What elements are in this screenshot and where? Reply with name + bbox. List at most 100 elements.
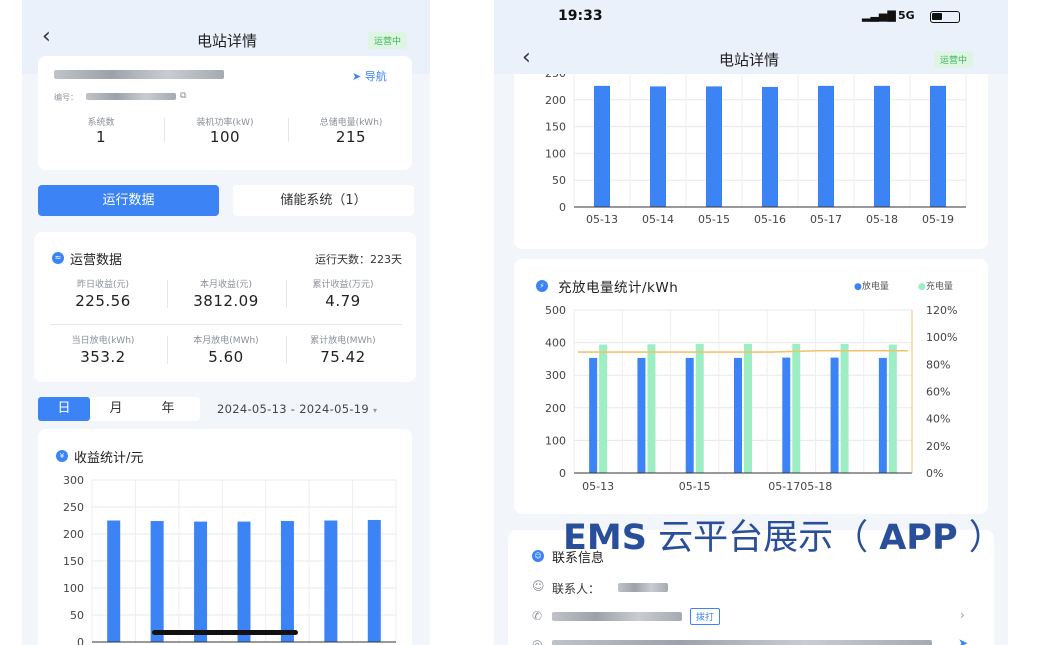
tab-storage-system[interactable]: 储能系统（1） [233, 185, 414, 216]
bar [762, 86, 778, 207]
page-title: 电站详情 [196, 32, 257, 50]
total-discharge-value: 75.42 [320, 348, 366, 366]
call-button[interactable]: 拨打 [690, 608, 721, 625]
navigate-icon: ➤ [352, 70, 362, 83]
bar-charge [792, 343, 801, 473]
y2-tick-label: 40% [926, 413, 950, 426]
y-tick-label: 100 [63, 582, 84, 595]
bar-discharge [589, 357, 598, 473]
bar-discharge [830, 357, 839, 473]
y-tick-label: 250 [545, 74, 566, 80]
x-tick-label: 05-18 [866, 213, 898, 226]
y2-tick-label: 80% [926, 358, 950, 371]
location-icon: ◎ [532, 637, 543, 645]
revenue-chart-title: 收益统计/元 [74, 451, 144, 466]
bar-charge [695, 343, 704, 473]
bar-charge [599, 344, 608, 473]
period-month-button[interactable]: 月 [90, 397, 142, 421]
operations-title: 运营数据 [70, 253, 123, 268]
running-days: 运行天数：223天 [315, 253, 402, 266]
y-tick-label: 300 [545, 369, 566, 382]
station-code-redacted [86, 93, 176, 100]
bar [930, 85, 946, 207]
x-tick-label: 05-14 [642, 213, 674, 226]
period-year-button[interactable]: 年 [142, 397, 194, 421]
y-tick-label: 0 [559, 201, 566, 214]
y-tick-label: 200 [63, 528, 84, 541]
station-name-redacted [54, 70, 224, 79]
y-tick-label: 100 [545, 147, 566, 160]
legend-dot-icon: ● [854, 282, 862, 292]
energy-combo-chart: 0 100 200 300 400 500 0% 20% 40% 60% 80% 100% 120% 05… [545, 304, 957, 493]
operations-card: ≈ 运营数据 运行天数：223天 昨日收益(元) 225.56 本月收益(元) … [34, 232, 416, 382]
legend-charge: ●充电量 [918, 282, 953, 292]
bar [594, 85, 610, 207]
dropdown-arrow-icon: ▾ [373, 406, 378, 415]
bar-charge [888, 344, 897, 473]
x-tick-label: 05-1705-18 [768, 480, 832, 493]
bar [280, 521, 294, 642]
contact-person-redacted [618, 583, 668, 592]
y-tick-label: 50 [70, 609, 84, 622]
total-revenue-value: 4.79 [325, 292, 361, 310]
tab-running-data[interactable]: 运行数据 [38, 185, 219, 216]
y-tick-label: 150 [63, 555, 84, 568]
y2-tick-label: 20% [926, 440, 950, 453]
chevron-right-icon[interactable]: › [960, 608, 965, 622]
day-discharge-value: 353.2 [80, 348, 126, 366]
y-tick-label: 250 [63, 501, 84, 514]
legend-discharge: ●放电量 [854, 282, 889, 292]
month-revenue-label: 本月收益(元) [199, 280, 253, 290]
month-discharge-value: 5.60 [208, 348, 244, 366]
efficiency-line [578, 349, 908, 353]
overlay-caption: EMS 云平台展示（ APP ） [563, 518, 1004, 558]
bar [367, 519, 381, 642]
revenue-bar-chart: 0 50 100 150 200 250 300 [63, 474, 397, 645]
status-time: 19:33 [558, 8, 603, 24]
revenue-bar-chart-scrolled: 0 50 100 150 200 250 05-13 05-14 05-15 05-16 05-17… [545, 74, 967, 226]
y-tick-label: 150 [545, 121, 566, 134]
status-badge: 运营中 [934, 51, 974, 68]
bar-discharge [734, 357, 742, 473]
contact-address-redacted [552, 640, 932, 645]
navigate-link[interactable]: ➤ 导航 [352, 68, 387, 84]
y-tick-label: 200 [545, 94, 566, 107]
back-button[interactable]: ‹ [42, 24, 51, 49]
navigate-icon[interactable]: ➤ [958, 636, 968, 645]
back-button[interactable]: ‹ [522, 45, 531, 70]
stat-capacity-value: 215 [335, 128, 367, 146]
person-icon: ☺ [532, 579, 545, 593]
total-discharge-label: 累计放电(MWh) [310, 336, 376, 346]
bar [324, 520, 338, 642]
bar [874, 85, 890, 207]
bar-discharge [878, 357, 887, 473]
date-range-picker[interactable]: 2024-05-13 - 2024-05-19 ▾ [217, 402, 377, 416]
stat-systems-value: 1 [95, 128, 107, 146]
y-tick-label: 300 [63, 474, 84, 487]
month-revenue-value: 3812.09 [193, 292, 259, 310]
y2-tick-label: 0% [926, 467, 943, 480]
y2-tick-label: 60% [926, 386, 950, 399]
total-revenue-label: 累计收益(万元) [312, 280, 374, 290]
yesterday-revenue-value: 225.56 [75, 292, 131, 310]
divider [167, 280, 168, 308]
x-tick-label: 05-13 [586, 213, 618, 226]
y-tick-label: 500 [545, 304, 566, 317]
bar [706, 86, 722, 207]
bar [194, 521, 208, 642]
copy-icon[interactable]: ⧉ [180, 91, 186, 101]
stat-systems-label: 系统数 [87, 118, 115, 128]
stat-power-label: 装机功率(kW) [196, 118, 254, 128]
bar [237, 521, 251, 642]
divider [288, 118, 289, 142]
y-tick-label: 200 [545, 402, 566, 415]
battery-icon [930, 11, 960, 23]
divider [167, 336, 168, 364]
y-tick-label: 400 [545, 337, 566, 350]
bar [107, 520, 121, 642]
energy-icon: ⚡ [536, 280, 548, 292]
period-day-button[interactable]: 日 [38, 397, 90, 421]
day-discharge-label: 当日放电(kWh) [71, 336, 135, 346]
y-tick-label: 50 [552, 174, 566, 187]
bar [650, 86, 666, 207]
